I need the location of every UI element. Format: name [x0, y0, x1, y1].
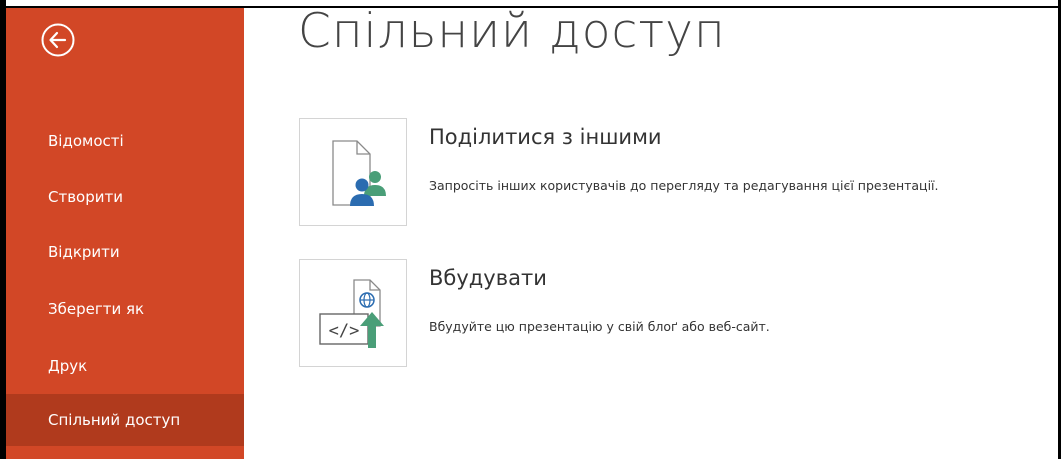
sidebar-item-share[interactable]: Спільний доступ — [6, 394, 244, 446]
embed-tile[interactable]: </> — [299, 259, 407, 367]
share-with-people-tile[interactable] — [299, 118, 407, 226]
sidebar-item-info[interactable]: Відомості — [6, 115, 244, 167]
window: Відомості Створити Відкрити Зберегти як … — [0, 0, 1061, 459]
sidebar-item-save-as[interactable]: Зберегти як — [6, 283, 244, 335]
sidebar-item-print[interactable]: Друк — [6, 340, 244, 392]
embed-code-icon: </> — [319, 279, 384, 348]
share-with-people-description: Запросіть інших користувачів до перегляд… — [429, 178, 939, 193]
share-people-icon — [332, 140, 386, 206]
embed-description: Вбудуйте цю презентацію у свій блоґ або … — [429, 319, 770, 334]
page-title: Спільний доступ — [298, 4, 726, 59]
sidebar-item-new[interactable]: Створити — [6, 171, 244, 223]
back-button[interactable] — [40, 22, 76, 58]
backstage-sidebar: Відомості Створити Відкрити Зберегти як … — [6, 8, 244, 459]
sidebar-item-open[interactable]: Відкрити — [6, 226, 244, 278]
back-arrow-icon — [41, 23, 75, 57]
svg-text:</>: </> — [329, 321, 360, 341]
share-with-people-title[interactable]: Поділитися з іншими — [429, 125, 662, 149]
embed-title[interactable]: Вбудувати — [429, 266, 547, 290]
